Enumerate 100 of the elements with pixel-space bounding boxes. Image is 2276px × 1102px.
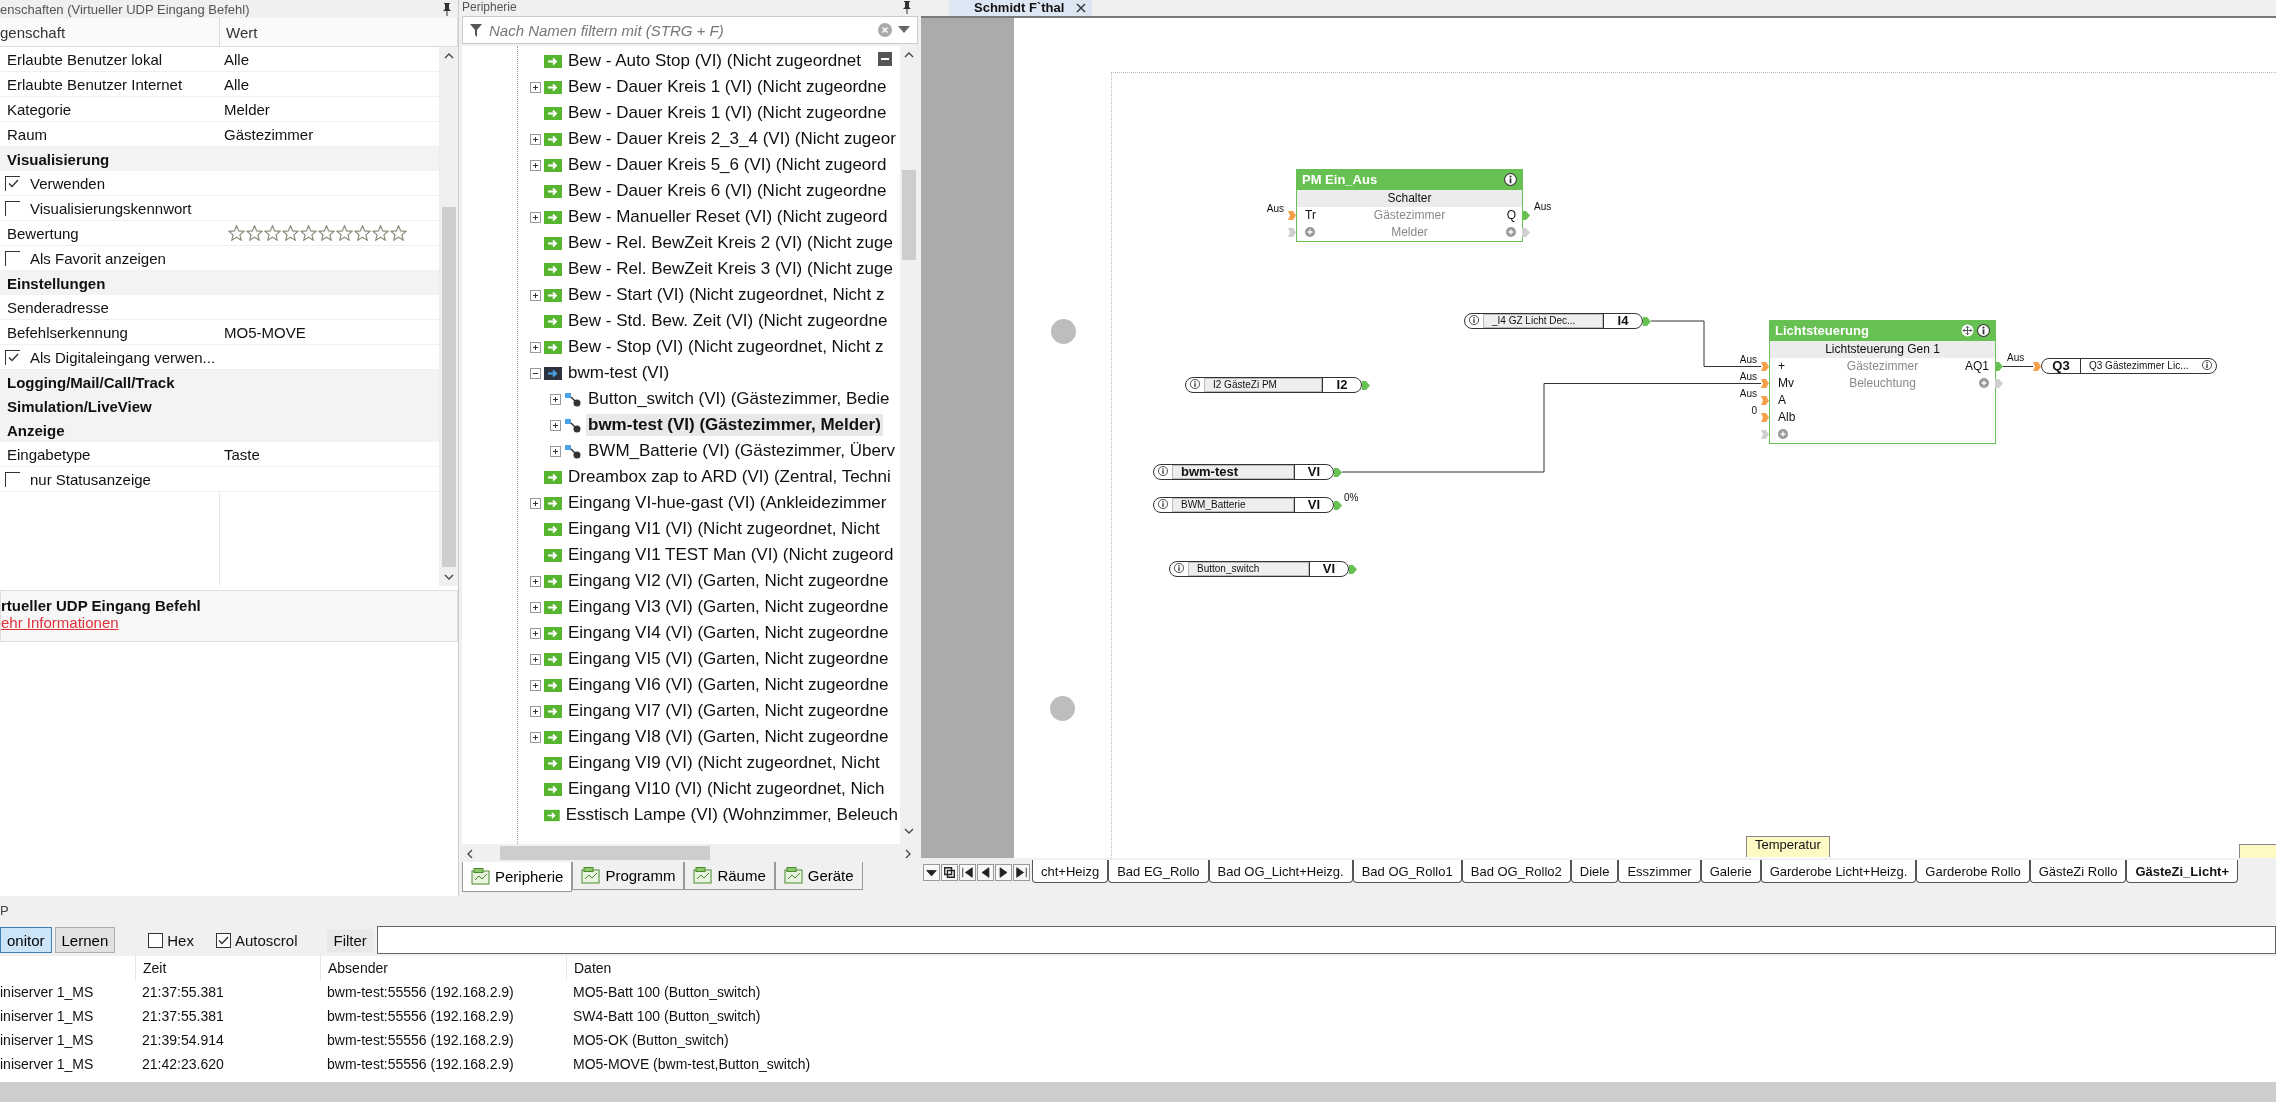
panel-tab[interactable]: Räume [684,862,775,890]
column-header[interactable]: genschaft [0,18,220,46]
sheet-tab[interactable]: Bad EG_Rollo [1108,860,1209,884]
star-icon[interactable] [246,225,263,241]
add-icon[interactable] [1506,227,1516,238]
property-value[interactable]: MO5-MOVE [220,320,439,344]
windows-icon[interactable] [941,864,958,882]
section-header[interactable]: Einstellungen [0,271,439,295]
more-info-link[interactable]: ehr Informationen [1,614,119,631]
chevron-icon[interactable] [443,51,455,61]
sheet-tab[interactable]: GästeZi Rollo [2029,860,2127,884]
info-icon[interactable] [1158,465,1168,476]
sheet-tab[interactable]: Garderobe Licht+Heizg. [1760,860,1917,884]
add-icon[interactable] [1305,227,1315,238]
tree-item[interactable]: Esstisch Lampe (VI) (Wohnzimmer, Beleuch [563,804,900,826]
add-icon[interactable] [1979,378,1989,389]
expand-icon[interactable] [530,601,541,613]
expand-icon[interactable] [530,341,541,353]
pin-icon[interactable] [442,2,452,16]
input-reference[interactable]: I2 GästeZi PM I2 [1185,376,1362,393]
sheet-tab[interactable]: Bad OG_Rollo2 [1461,860,1571,884]
sheet-tab[interactable]: Garderobe Rollo [1916,860,2030,884]
expand-icon[interactable] [530,133,541,145]
filter-field[interactable] [376,926,2276,954]
input-reference[interactable]: Button_switch VI [1169,560,1349,577]
tree-item[interactable]: Bew - Rel. BewZeit Kreis 2 (VI) (Nicht zuge [566,232,895,254]
info-icon[interactable] [2202,359,2212,370]
column-header[interactable]: Wert [220,18,458,46]
star-icon[interactable] [264,225,281,241]
caret-down-icon[interactable] [923,864,940,882]
toolbar-button[interactable]: Lernen [54,927,116,953]
chevron-icon[interactable] [903,826,915,836]
tree-item[interactable]: Eingang VI7 (VI) (Garten, Nicht zugeordne [566,700,891,722]
document-tab[interactable]: Schmidt F`thal [949,0,1093,16]
property-value[interactable]: Alle [220,47,439,71]
expand-icon[interactable] [530,705,541,717]
scrollbar[interactable] [440,47,458,586]
tree-item[interactable]: BWM_Batterie (VI) (Gästezimmer, Überv [586,440,897,462]
function-block[interactable]: PM Ein_Aus Schalter Tr Gästezimmer Q Melder [1296,168,1523,242]
panel-tab[interactable]: Peripherie [462,862,573,892]
tree-item[interactable]: bwm-test (VI) (Gästezimmer, Melder) [586,414,883,436]
expand-icon[interactable] [530,497,541,509]
collapse-all-icon[interactable] [878,52,892,66]
scrollbar-thumb[interactable] [442,206,456,567]
toolbar-button[interactable]: onitor [0,927,52,953]
close-icon[interactable] [1076,3,1087,13]
first-icon[interactable] [959,864,976,882]
last-icon[interactable] [1013,864,1030,882]
tree-item[interactable]: Eingang VI10 (VI) (Nicht zugeordnet, Nich [566,778,887,800]
tree-item[interactable]: Bew - Dauer Kreis 5_6 (VI) (Nicht zugeord [566,154,889,176]
star-icon[interactable] [282,225,299,241]
checkbox[interactable] [215,932,231,948]
tree-item[interactable]: Bew - Stop (VI) (Nicht zugeordnet, Nicht z [566,336,886,358]
star-icon[interactable] [372,225,389,241]
star-icon[interactable] [354,225,371,241]
sheet-tab[interactable]: Esszimmer [1618,860,1701,884]
info-icon[interactable] [1977,324,1990,338]
expand-icon[interactable] [530,627,541,639]
scrollbar[interactable] [900,46,918,844]
expand-icon[interactable] [530,679,541,691]
tree-item[interactable]: bwm-test (VI) [566,362,672,384]
input-reference[interactable]: BWM_Batterie VI [1153,496,1334,513]
tree-item[interactable]: Bew - Dauer Kreis 1 (VI) (Nicht zugeordne [566,102,889,124]
expand-icon[interactable] [530,653,541,665]
info-icon[interactable] [1190,378,1200,389]
note-label[interactable]: Temperatur [1746,835,1830,857]
collapse-icon[interactable] [530,367,541,379]
sheet-tab[interactable]: Diele [1570,860,1619,884]
panel-tab[interactable]: Programm [572,862,685,890]
tree-item[interactable]: Eingang VI5 (VI) (Garten, Nicht zugeordne [566,648,891,670]
star-icon[interactable] [300,225,317,241]
star-icon[interactable] [336,225,353,241]
expand-icon[interactable] [550,419,561,431]
tree-item[interactable]: Bew - Dauer Kreis 2_3_4 (VI) (Nicht zugeor [566,128,898,150]
tree-item[interactable]: Eingang VI-hue-gast (VI) (Ankleidezimmer [566,492,889,514]
connector-dot[interactable] [1050,695,1075,721]
column-header[interactable]: Zeit [135,956,320,980]
property-value[interactable]: Alle [220,72,439,96]
expand-icon[interactable] [550,445,561,457]
horizontal-scrollbar[interactable] [0,1082,2276,1102]
tree-item[interactable]: Bew - Dauer Kreis 6 (VI) (Nicht zugeordne [566,180,889,202]
tree-item[interactable]: Bew - Manueller Reset (VI) (Nicht zugeord [566,206,890,228]
tree-item[interactable]: Eingang VI4 (VI) (Garten, Nicht zugeordne [566,622,891,644]
move-icon[interactable] [1961,324,1974,338]
info-icon[interactable] [1504,173,1517,187]
chevron-icon[interactable] [443,572,455,582]
sheet-tab[interactable]: Bad OG_Licht+Heizg. [1208,860,1353,884]
sheet-tab[interactable]: cht+Heizg [1032,860,1109,884]
checkbox[interactable] [148,932,164,948]
section-header[interactable]: Logging/Mail/Call/Track [0,370,439,394]
star-icon[interactable] [390,225,407,241]
tree-item[interactable]: Eingang VI1 (VI) (Nicht zugeordnet, Nicht [566,518,882,540]
connector-dot[interactable] [1051,318,1076,344]
next-icon[interactable] [995,864,1012,882]
expand-icon[interactable] [550,393,561,405]
property-value[interactable]: Taste [220,442,439,466]
panel-tab[interactable]: Geräte [774,862,863,890]
tree-item[interactable]: Eingang VI6 (VI) (Garten, Nicht zugeordne [566,674,891,696]
input-reference[interactable]: _I4 GZ Licht Dec... I4 [1464,312,1643,329]
column-header[interactable]: Daten [566,956,2276,980]
